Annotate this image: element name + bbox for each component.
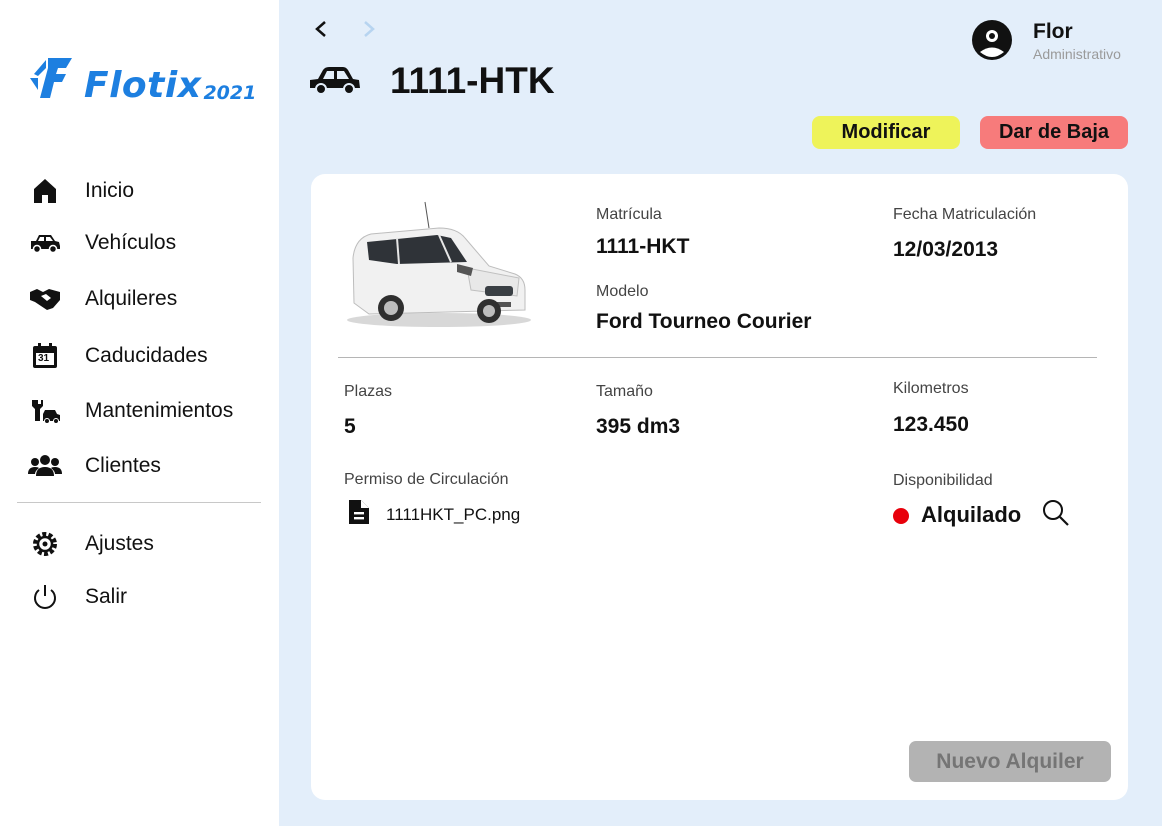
registration-date-value: 12/03/2013 [893, 238, 999, 261]
calendar-day: 31 [38, 353, 50, 364]
km-label: Kilometros [893, 380, 969, 397]
sidebar-item-caducidades[interactable]: 31 Caducidades [28, 341, 208, 371]
sidebar-item-label: Mantenimientos [85, 399, 234, 422]
sidebar-item-label: Ajustes [85, 532, 154, 555]
car-icon [28, 228, 62, 258]
page-title: 1111-HTK [390, 60, 555, 101]
document-icon [349, 500, 369, 524]
size-label: Tamaño [596, 383, 653, 400]
sidebar-item-inicio[interactable]: Inicio [28, 176, 134, 206]
flotix-logo-icon [30, 58, 72, 98]
power-icon [28, 582, 62, 612]
sidebar-item-label: Alquileres [85, 287, 178, 310]
modify-button[interactable]: Modificar [812, 116, 960, 149]
status-indicator [893, 508, 909, 524]
search-icon[interactable] [1041, 498, 1071, 528]
new-rental-button[interactable]: Nuevo Alquiler [909, 741, 1111, 782]
back-button[interactable] [310, 16, 332, 42]
sidebar-item-ajustes[interactable]: Ajustes [28, 529, 154, 559]
chevron-left-icon [315, 21, 326, 37]
plate-label: Matrícula [596, 206, 662, 223]
sidebar-item-salir[interactable]: Salir [28, 582, 127, 612]
seats-value: 5 [344, 415, 356, 438]
size-value: 395 dm3 [596, 415, 681, 438]
sidebar-item-label: Caducidades [85, 344, 208, 367]
gear-icon [28, 529, 62, 559]
availability-value: Alquilado [921, 502, 1022, 527]
seats-label: Plazas [344, 383, 393, 400]
vehicle-detail-card: Matrícula 1111-HKT Fecha Matriculación 1… [311, 174, 1128, 800]
sidebar-item-mantenimientos[interactable]: Mantenimientos [28, 396, 233, 426]
registration-date-label: Fecha Matriculación [893, 206, 1037, 223]
sidebar: Flotix 2021 Inicio Vehículos Alquileres … [0, 0, 279, 826]
km-value: 123.450 [893, 413, 969, 436]
sidebar-item-vehiculos[interactable]: Vehículos [28, 228, 176, 258]
sidebar-item-label: Inicio [85, 179, 135, 202]
permit-label: Permiso de Circulación [344, 471, 509, 488]
availability-label: Disponibilidad [893, 472, 993, 489]
deregister-button[interactable]: Dar de Baja [980, 116, 1128, 149]
vehicle-photo [347, 201, 531, 327]
sidebar-item-clientes[interactable]: Clientes [28, 451, 161, 481]
user-name: Flor [1033, 20, 1073, 43]
model-label: Modelo [596, 283, 649, 300]
handshake-icon [28, 284, 62, 314]
model-value: Ford Tourneo Courier [596, 310, 812, 333]
wrench-car-icon [28, 396, 62, 426]
app-logo[interactable]: Flotix 2021 [28, 54, 256, 104]
sidebar-item-alquileres[interactable]: Alquileres [28, 284, 177, 314]
permit-file-link[interactable]: 1111HKT_PC.png [386, 505, 520, 525]
user-role: Administrativo [1033, 46, 1121, 62]
app-year: 2021 [203, 82, 257, 104]
forward-button[interactable] [358, 16, 380, 42]
sidebar-item-label: Clientes [85, 454, 161, 477]
car-icon [310, 67, 360, 95]
sidebar-item-label: Salir [85, 585, 128, 608]
sidebar-item-label: Vehículos [85, 231, 177, 254]
card-divider [338, 357, 1097, 358]
avatar[interactable] [971, 19, 1013, 61]
app-name: Flotix [84, 65, 202, 106]
calendar-icon: 31 [28, 341, 62, 371]
home-icon [28, 176, 62, 206]
plate-value: 1111-HKT [596, 235, 690, 258]
users-icon [28, 451, 62, 481]
chevron-right-icon [364, 21, 375, 37]
sidebar-divider [17, 502, 261, 503]
